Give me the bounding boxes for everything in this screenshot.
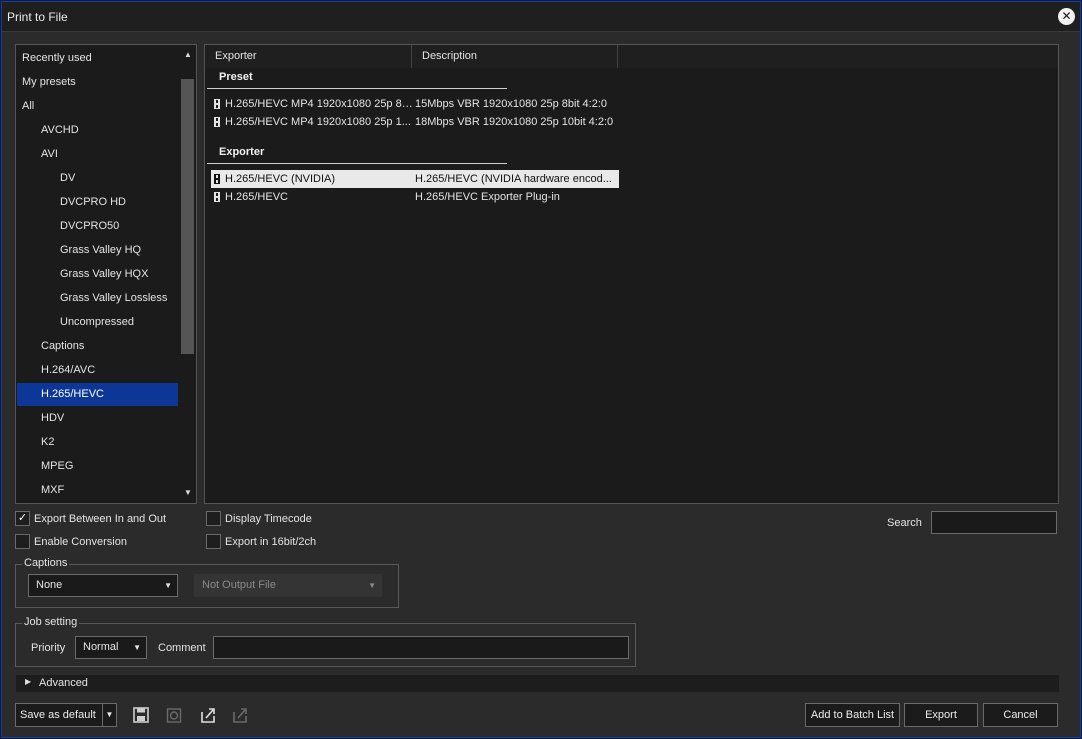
- captions-mode-dropdown[interactable]: None ▼: [28, 574, 178, 597]
- comment-label: Comment: [158, 642, 206, 654]
- tree-item[interactable]: Recently used: [17, 47, 178, 70]
- film-icon: [214, 117, 220, 127]
- group-label-exporter: Exporter: [219, 146, 265, 158]
- enable-conversion-checkbox[interactable]: Enable Conversion: [15, 534, 127, 550]
- exporter-name: H.265/HEVC MP4 1920x1080 25p 1...: [225, 116, 411, 128]
- tree-item[interactable]: K2: [17, 431, 178, 454]
- chevron-down-icon: ▼: [368, 581, 376, 590]
- scroll-thumb[interactable]: [181, 79, 194, 354]
- tree-item[interactable]: MPEG: [17, 455, 178, 478]
- add-to-batch-list-button[interactable]: Add to Batch List: [805, 703, 900, 727]
- exporter-description: 15Mbps VBR 1920x1080 25p 8bit 4:2:0: [415, 98, 608, 110]
- priority-dropdown[interactable]: Normal ▼: [75, 636, 147, 659]
- dropdown-value: Normal: [83, 641, 119, 653]
- tree-item[interactable]: Captions: [17, 335, 178, 358]
- captions-output-dropdown: Not Output File ▼: [194, 574, 382, 597]
- captions-group-title: Captions: [22, 557, 70, 569]
- cancel-button[interactable]: Cancel: [983, 703, 1058, 727]
- tree-item[interactable]: H.264/AVC: [17, 359, 178, 382]
- checkbox-label: Enable Conversion: [34, 536, 127, 548]
- film-icon: [214, 99, 220, 109]
- delete-preset-icon: [165, 706, 183, 724]
- scroll-down-icon[interactable]: ▼: [180, 486, 196, 500]
- exporter-name: H.265/HEVC: [225, 191, 288, 203]
- search-label: Search: [887, 517, 922, 529]
- tree-scrollbar[interactable]: ▲ ▼: [180, 46, 196, 502]
- title-bar[interactable]: Print to File ✕: [2, 2, 1080, 32]
- search-input[interactable]: [931, 511, 1057, 534]
- export-preset-icon: [231, 706, 249, 724]
- checkbox-label: Export in 16bit/2ch: [225, 536, 317, 548]
- tree-item[interactable]: My presets: [17, 71, 178, 94]
- tree-item[interactable]: Uncompressed: [17, 311, 178, 334]
- film-icon: [214, 174, 220, 184]
- chevron-down-icon: ▼: [164, 581, 172, 590]
- export-16bit-checkbox[interactable]: Export in 16bit/2ch: [206, 534, 316, 550]
- print-to-file-dialog: Print to File ✕ Recently used My presets A…: [1, 1, 1081, 738]
- tree-item[interactable]: Grass Valley Lossless: [17, 287, 178, 310]
- tree-item[interactable]: DVCPRO HD: [17, 191, 178, 214]
- tree-item[interactable]: Grass Valley HQ: [17, 239, 178, 262]
- save-default-dropdown-button[interactable]: ▼: [102, 703, 117, 727]
- advanced-section-toggle[interactable]: ▶ Advanced: [16, 675, 1059, 692]
- export-between-checkbox[interactable]: ✓ Export Between In and Out: [15, 511, 166, 527]
- list-item[interactable]: H.265/HEVC (NVIDIA) H.265/HEVC (NVIDIA h…: [211, 170, 619, 188]
- dropdown-value: None: [36, 579, 63, 591]
- window-title: Print to File: [7, 10, 68, 24]
- chevron-down-icon: ▼: [133, 643, 141, 652]
- exporter-name: H.265/HEVC MP4 1920x1080 25p 8bit: [225, 98, 413, 110]
- display-timecode-checkbox[interactable]: Display Timecode: [206, 511, 312, 527]
- tree-item[interactable]: AVI: [17, 143, 178, 166]
- film-icon: [214, 192, 220, 202]
- import-preset-icon[interactable]: [199, 706, 217, 724]
- column-header-exporter[interactable]: Exporter: [205, 45, 412, 68]
- tree-item[interactable]: DV: [17, 167, 178, 190]
- checkbox-label: Export Between In and Out: [34, 513, 167, 525]
- scroll-up-icon[interactable]: ▲: [180, 48, 196, 62]
- category-tree[interactable]: Recently used My presets All AVCHD AVI DV DVCP…: [15, 44, 197, 504]
- save-icon[interactable]: [132, 706, 150, 724]
- priority-label: Priority: [31, 642, 66, 654]
- tree-item[interactable]: DVCPRO50: [17, 215, 178, 238]
- tree-item[interactable]: Grass Valley HQX: [17, 263, 178, 286]
- exporter-list[interactable]: Exporter Description Preset H.265/HEVC M…: [204, 44, 1059, 504]
- exporter-description: 18Mbps VBR 1920x1080 25p 10bit 4:2:0: [415, 116, 614, 128]
- exporter-name: H.265/HEVC (NVIDIA): [225, 173, 336, 185]
- group-label-preset: Preset: [219, 71, 253, 83]
- list-item[interactable]: H.265/HEVC MP4 1920x1080 25p 1... 18Mbps…: [211, 113, 619, 131]
- checkbox-box[interactable]: [206, 511, 221, 526]
- tree-item[interactable]: MXF: [17, 479, 178, 502]
- exporter-description: H.265/HEVC (NVIDIA hardware encod...: [415, 173, 612, 185]
- chevron-right-icon: ▶: [25, 677, 32, 686]
- column-header-description[interactable]: Description: [412, 45, 618, 68]
- group-divider: [207, 88, 507, 89]
- dropdown-value: Not Output File: [202, 579, 276, 591]
- tree-item[interactable]: All: [17, 95, 178, 118]
- checkbox-label: Display Timecode: [225, 513, 312, 525]
- tree-item[interactable]: H.265/HEVC: [17, 383, 178, 406]
- comment-input[interactable]: [213, 636, 629, 659]
- close-icon[interactable]: ✕: [1058, 8, 1075, 25]
- tree-item[interactable]: AVCHD: [17, 119, 178, 142]
- export-button[interactable]: Export: [904, 703, 978, 727]
- list-item[interactable]: H.265/HEVC H.265/HEVC Exporter Plug-in: [211, 188, 619, 206]
- advanced-label: Advanced: [39, 677, 88, 689]
- save-as-default-button[interactable]: Save as default: [15, 703, 103, 727]
- list-item[interactable]: H.265/HEVC MP4 1920x1080 25p 8bit 15Mbps…: [211, 95, 619, 113]
- tree-item[interactable]: HDV: [17, 407, 178, 430]
- exporter-description: H.265/HEVC Exporter Plug-in: [415, 191, 560, 203]
- job-setting-group-title: Job setting: [22, 616, 80, 628]
- checkbox-box[interactable]: [206, 534, 221, 549]
- group-divider: [207, 163, 507, 164]
- checkbox-box[interactable]: ✓: [15, 511, 30, 526]
- checkbox-box[interactable]: [15, 534, 30, 549]
